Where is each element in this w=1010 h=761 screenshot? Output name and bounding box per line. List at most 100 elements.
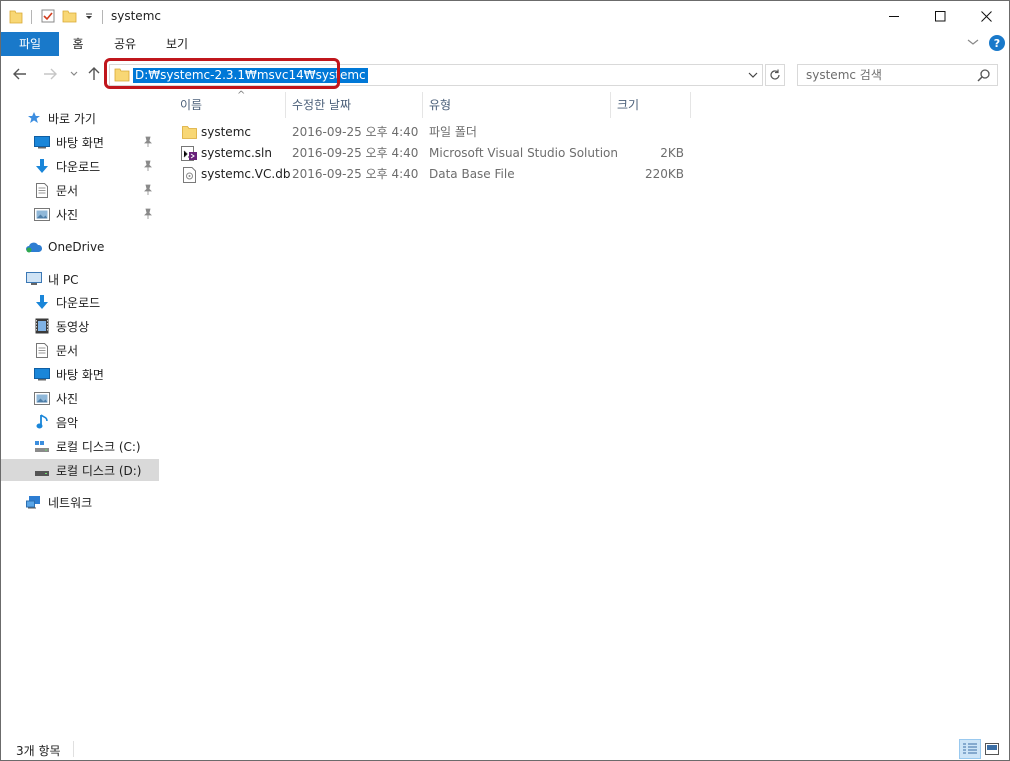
- up-button[interactable]: [85, 65, 103, 83]
- drive-icon: [33, 438, 51, 454]
- nav-quick-pictures[interactable]: 사진: [1, 203, 159, 225]
- video-icon: [33, 318, 51, 334]
- nav-pc-music[interactable]: 음악: [1, 411, 159, 433]
- table-row[interactable]: systemc 2016-09-25 오후 4:40 파일 폴더: [177, 122, 689, 143]
- column-label: 이름: [180, 98, 203, 112]
- column-header-date[interactable]: 수정한 날짜: [286, 92, 423, 118]
- vs-solution-icon: [181, 145, 197, 162]
- search-icon[interactable]: [977, 68, 991, 85]
- nav-onedrive[interactable]: OneDrive: [1, 236, 159, 258]
- file-name-cell[interactable]: systemc.sln: [181, 143, 272, 164]
- nav-pc-drive-d[interactable]: 로컬 디스크 (D:): [1, 459, 159, 481]
- sort-ascending-icon: ^: [237, 90, 246, 101]
- onedrive-icon: [25, 239, 43, 255]
- view-switcher: [959, 739, 1003, 759]
- column-label: 수정한 날짜: [292, 98, 352, 112]
- nav-this-pc[interactable]: 내 PC: [1, 268, 159, 290]
- recent-locations-button[interactable]: [65, 65, 83, 83]
- pin-icon[interactable]: [143, 160, 153, 175]
- address-history-button[interactable]: [746, 68, 760, 82]
- toolbar-separator: [102, 10, 103, 24]
- properties-icon[interactable]: [40, 8, 56, 27]
- customize-toolbar-icon[interactable]: [84, 10, 94, 24]
- nav-label: 음악: [56, 415, 79, 430]
- address-path[interactable]: D:₩systemc-2.3.1₩msvc14₩systemc: [133, 68, 368, 83]
- tab-file[interactable]: 파일: [1, 32, 59, 56]
- nav-label: 다운로드: [56, 295, 101, 310]
- tab-share[interactable]: 공유: [101, 32, 149, 56]
- file-name: systemc: [201, 125, 251, 139]
- nav-quick-access[interactable]: 바로 가기: [1, 107, 159, 129]
- maximize-icon: [934, 11, 945, 22]
- folder-icon: [181, 125, 197, 141]
- nav-label: 사진: [56, 207, 79, 222]
- forward-arrow-icon: [44, 68, 57, 80]
- document-icon: [33, 342, 51, 358]
- help-button[interactable]: ?: [989, 35, 1005, 51]
- nav-quick-desktop[interactable]: 바탕 화면: [1, 131, 159, 153]
- refresh-button[interactable]: [765, 64, 785, 86]
- details-view-button[interactable]: [959, 739, 981, 759]
- folder-icon: [114, 68, 130, 85]
- nav-pc-documents[interactable]: 문서: [1, 339, 159, 361]
- computer-icon: [25, 271, 43, 287]
- pin-icon[interactable]: [143, 136, 153, 151]
- nav-label: 사진: [56, 391, 79, 406]
- nav-label: 바로 가기: [48, 111, 96, 126]
- maximize-button[interactable]: [917, 1, 963, 32]
- pictures-icon: [33, 206, 51, 222]
- nav-quick-downloads[interactable]: 다운로드: [1, 155, 159, 177]
- pin-icon[interactable]: [143, 208, 153, 223]
- nav-pc-downloads[interactable]: 다운로드: [1, 291, 159, 313]
- nav-label: 바탕 화면: [56, 135, 104, 150]
- back-arrow-icon: [13, 68, 26, 80]
- nav-label: 로컬 디스크 (D:): [56, 463, 142, 478]
- tab-home[interactable]: 홈: [59, 32, 97, 56]
- nav-pc-drive-c[interactable]: 로컬 디스크 (C:): [1, 435, 159, 457]
- status-separator: [73, 741, 74, 757]
- drive-icon: [33, 462, 51, 478]
- item-count: 3개 항목: [16, 744, 61, 758]
- large-icons-view-icon: [985, 743, 999, 755]
- column-header-size[interactable]: 크기: [611, 92, 691, 118]
- desktop-icon: [33, 134, 51, 150]
- nav-label: 동영상: [56, 319, 90, 334]
- search-box[interactable]: [797, 64, 998, 86]
- ribbon-tabs: 파일 홈 공유 보기 ?: [1, 32, 1009, 56]
- expand-ribbon-icon[interactable]: [967, 36, 979, 50]
- file-name-cell[interactable]: systemc.VC.db: [181, 164, 290, 185]
- nav-label: 문서: [56, 343, 79, 358]
- large-icons-view-button[interactable]: [981, 739, 1003, 759]
- pin-icon[interactable]: [143, 184, 153, 199]
- nav-pc-videos[interactable]: 동영상: [1, 315, 159, 337]
- search-input[interactable]: [798, 65, 973, 85]
- navigation-pane: 바로 가기 바탕 화면 다운로드 문서 사진 OneDrive 내 PC 다운로…: [1, 92, 160, 737]
- nav-pc-desktop[interactable]: 바탕 화면: [1, 363, 159, 385]
- nav-pc-pictures[interactable]: 사진: [1, 387, 159, 409]
- column-header-name[interactable]: ^ 이름: [174, 90, 286, 118]
- chevron-down-icon: [748, 72, 758, 78]
- minimize-button[interactable]: [871, 1, 917, 32]
- nav-label: 내 PC: [48, 272, 79, 287]
- table-row[interactable]: systemc.VC.db 2016-09-25 오후 4:40 Data Ba…: [177, 164, 689, 185]
- desktop-icon: [33, 366, 51, 382]
- tab-view[interactable]: 보기: [153, 32, 201, 56]
- column-header-type[interactable]: 유형: [423, 92, 611, 118]
- file-name: systemc.VC.db: [201, 167, 291, 181]
- nav-network[interactable]: 네트워크: [1, 491, 159, 513]
- back-button[interactable]: [11, 65, 29, 83]
- file-type: 파일 폴더: [429, 125, 477, 139]
- file-name-cell[interactable]: systemc: [181, 122, 251, 143]
- new-folder-icon[interactable]: [62, 8, 78, 27]
- nav-quick-documents[interactable]: 문서: [1, 179, 159, 201]
- forward-button[interactable]: [41, 65, 59, 83]
- address-bar[interactable]: D:₩systemc-2.3.1₩msvc14₩systemc: [109, 64, 763, 86]
- file-date: 2016-09-25 오후 4:40: [292, 125, 419, 139]
- close-button[interactable]: [963, 1, 1009, 32]
- folder-icon[interactable]: [9, 8, 23, 27]
- nav-label: 바탕 화면: [56, 367, 104, 382]
- close-icon: [980, 11, 992, 22]
- table-row[interactable]: systemc.sln 2016-09-25 오후 4:40 Microsoft…: [177, 143, 689, 164]
- file-type: Microsoft Visual Studio Solution: [429, 146, 618, 160]
- music-icon: [33, 414, 51, 430]
